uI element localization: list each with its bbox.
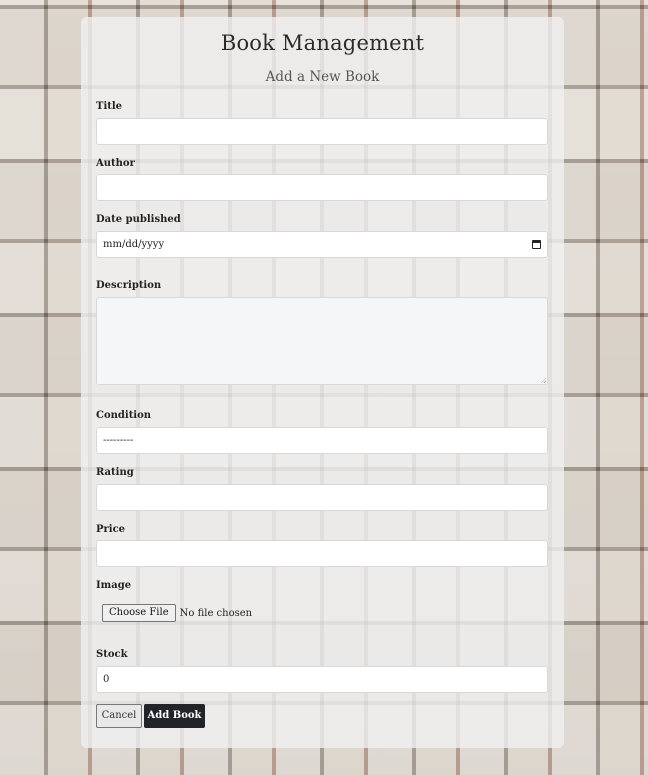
page-title: Book Management [220, 31, 425, 55]
description-textarea[interactable] [96, 297, 548, 385]
rating-input[interactable] [96, 484, 548, 511]
choose-file-button[interactable]: Choose File [102, 604, 176, 622]
price-input[interactable] [96, 540, 548, 567]
calendar-icon[interactable] [532, 240, 541, 249]
stock-input[interactable]: 0 [96, 666, 548, 693]
add-book-button[interactable]: Add Book [144, 704, 205, 728]
stock-label: Stock [96, 649, 128, 660]
add-book-panel: Book Management Add a New Book Title Aut… [81, 17, 564, 748]
image-label: Image [96, 580, 132, 591]
resize-grip-icon[interactable] [540, 377, 546, 383]
file-status: No file chosen [179, 607, 253, 619]
page-background: { "header": { "title": "Book Management"… [0, 0, 648, 775]
cancel-button[interactable]: Cancel [96, 704, 142, 728]
form-subtitle: Add a New Book [265, 69, 380, 85]
price-label: Price [96, 524, 126, 535]
condition-select[interactable]: --------- [96, 427, 548, 454]
author-input[interactable] [96, 174, 548, 201]
condition-label: Condition [96, 410, 152, 421]
rating-label: Rating [96, 467, 134, 478]
date-placeholder: mm/dd/yyyy [103, 239, 165, 250]
author-label: Author [96, 158, 135, 169]
description-label: Description [96, 280, 162, 291]
date-published-input[interactable]: mm/dd/yyyy [96, 231, 548, 258]
title-input[interactable] [96, 118, 548, 145]
title-label: Title [96, 101, 123, 112]
image-file-input[interactable]: Choose File No file chosen [102, 604, 252, 622]
date-published-label: Date published [96, 214, 181, 225]
